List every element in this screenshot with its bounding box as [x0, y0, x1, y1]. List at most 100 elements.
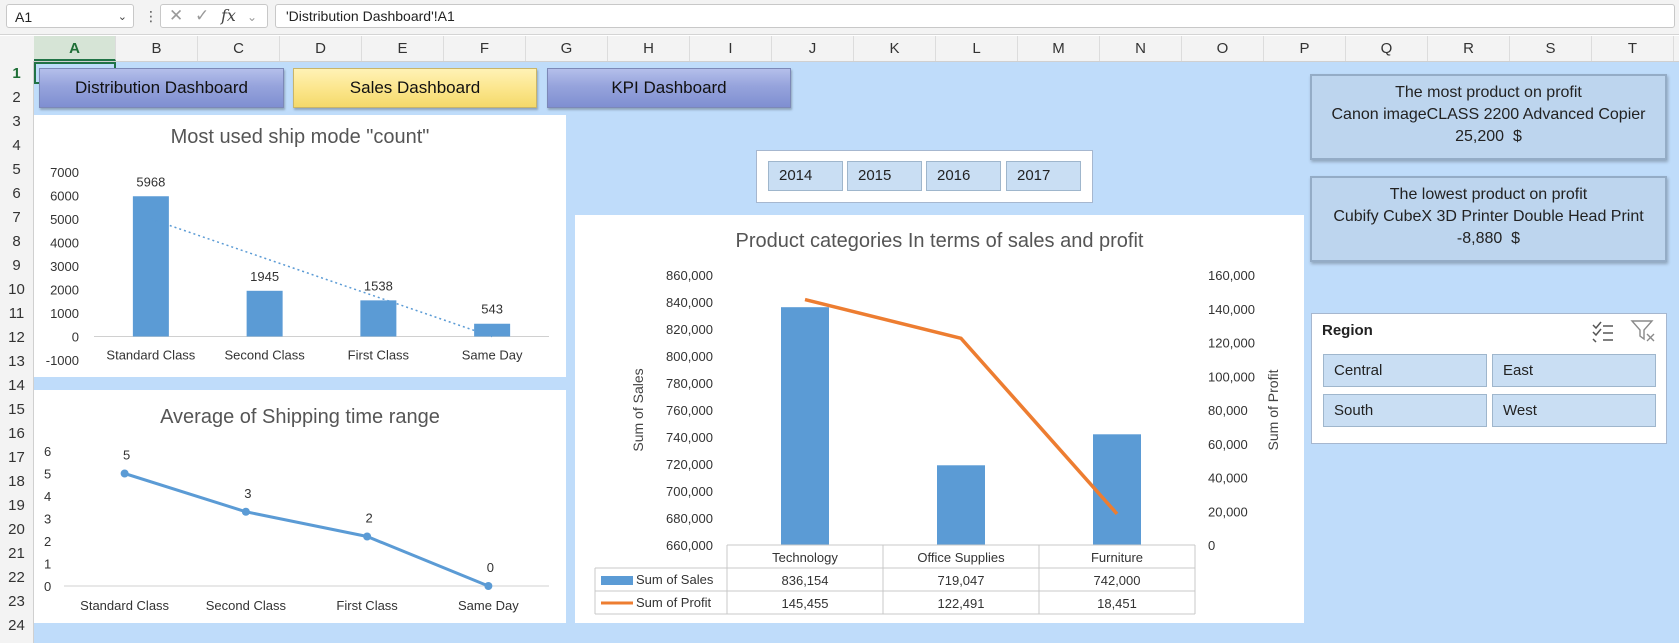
- row-header[interactable]: 2: [0, 86, 33, 109]
- row-header[interactable]: 20: [0, 518, 33, 541]
- column-header[interactable]: B: [116, 36, 198, 61]
- year-2015-button[interactable]: 2015: [847, 161, 922, 191]
- chevron-down-icon[interactable]: ⌄: [118, 5, 127, 29]
- column-header[interactable]: P: [1264, 36, 1346, 61]
- column-header[interactable]: G: [526, 36, 608, 61]
- y2-axis-label: Sum of Profit: [1265, 369, 1281, 450]
- row-header[interactable]: 13: [0, 350, 33, 373]
- sales-legend-key: [601, 576, 633, 585]
- bar[interactable]: [132, 196, 169, 337]
- column-header[interactable]: L: [936, 36, 1018, 61]
- formula-input[interactable]: 'Distribution Dashboard'!A1: [275, 4, 1675, 28]
- column-header[interactable]: N: [1100, 36, 1182, 61]
- name-box[interactable]: A1 ⌄: [6, 4, 134, 28]
- column-header[interactable]: F: [444, 36, 526, 61]
- region-south-button[interactable]: South: [1323, 394, 1487, 427]
- data-point[interactable]: [363, 532, 372, 541]
- sales-bar[interactable]: [1093, 434, 1141, 545]
- year-2016-button[interactable]: 2016: [926, 161, 1001, 191]
- row-header[interactable]: 23: [0, 590, 33, 613]
- column-header[interactable]: T: [1592, 36, 1674, 61]
- row-header[interactable]: 12: [0, 326, 33, 349]
- row-header[interactable]: 5: [0, 158, 33, 181]
- column-header[interactable]: J: [772, 36, 854, 61]
- y-tick-label: 760,000: [666, 403, 713, 418]
- column-header[interactable]: I: [690, 36, 772, 61]
- column-header[interactable]: O: [1182, 36, 1264, 61]
- shipping-time-chart[interactable]: Average of Shipping time range 01234565S…: [34, 390, 566, 623]
- column-header[interactable]: R: [1428, 36, 1510, 61]
- sales-dashboard-button[interactable]: Sales Dashboard: [293, 68, 537, 108]
- row-header[interactable]: 11: [0, 302, 33, 325]
- clear-filter-icon[interactable]: [1630, 318, 1656, 344]
- row-header[interactable]: 10: [0, 278, 33, 301]
- data-point[interactable]: [120, 469, 129, 478]
- enter-icon[interactable]: ✓: [195, 6, 209, 26]
- row-header[interactable]: 9: [0, 254, 33, 277]
- row-header[interactable]: 14: [0, 374, 33, 397]
- profit-value: 18,451: [1097, 596, 1137, 611]
- region-west-button[interactable]: West: [1492, 394, 1656, 427]
- row-header[interactable]: 19: [0, 494, 33, 517]
- column-header[interactable]: A: [34, 36, 116, 61]
- name-box-value: A1: [15, 9, 33, 25]
- row-header[interactable]: 4: [0, 134, 33, 157]
- y-tick-label: 700,000: [666, 484, 713, 499]
- distribution-dashboard-button[interactable]: Distribution Dashboard: [39, 68, 284, 108]
- row-header[interactable]: 18: [0, 470, 33, 493]
- data-point[interactable]: [484, 582, 493, 590]
- row-header[interactable]: 8: [0, 230, 33, 253]
- row-header[interactable]: 16: [0, 422, 33, 445]
- column-header[interactable]: E: [362, 36, 444, 61]
- sales-bar[interactable]: [937, 465, 985, 545]
- x-tick-label: Furniture: [1091, 550, 1143, 565]
- bar[interactable]: [474, 323, 511, 337]
- more-options-icon[interactable]: ⋮: [144, 8, 158, 25]
- insert-function-icon[interactable]: fx: [221, 6, 236, 25]
- region-central-button[interactable]: Central: [1323, 354, 1487, 387]
- y-tick-label: 1000: [50, 306, 79, 321]
- kpi-dashboard-button[interactable]: KPI Dashboard: [547, 68, 791, 108]
- multi-select-icon[interactable]: [1590, 318, 1616, 344]
- year-2017-button[interactable]: 2017: [1006, 161, 1081, 191]
- formula-buttons: ✕ ✓ fx ⌄: [160, 4, 268, 28]
- column-header[interactable]: S: [1510, 36, 1592, 61]
- x-tick-label: Standard Class: [80, 598, 169, 613]
- lowest-profit-heading: The lowest product on profit: [1389, 186, 1588, 203]
- column-header[interactable]: C: [198, 36, 280, 61]
- row-header[interactable]: 21: [0, 542, 33, 565]
- y-tick-label: 3000: [50, 259, 79, 274]
- row-header[interactable]: 1: [0, 62, 33, 85]
- bar[interactable]: [246, 290, 283, 337]
- column-header[interactable]: Q: [1346, 36, 1428, 61]
- x-tick-label: Same Day: [458, 598, 519, 613]
- y-tick-label: 740,000: [666, 430, 713, 445]
- row-header[interactable]: 6: [0, 182, 33, 205]
- year-2014-button[interactable]: 2014: [768, 161, 843, 191]
- column-header[interactable]: D: [280, 36, 362, 61]
- column-header[interactable]: H: [608, 36, 690, 61]
- column-header[interactable]: K: [854, 36, 936, 61]
- row-header[interactable]: 24: [0, 614, 33, 637]
- region-east-button[interactable]: East: [1492, 354, 1656, 387]
- ship-mode-chart[interactable]: Most used ship mode "count" -1000 0 1000 20…: [34, 115, 566, 377]
- cancel-icon[interactable]: ✕: [169, 6, 183, 26]
- column-header[interactable]: M: [1018, 36, 1100, 61]
- row-header[interactable]: 3: [0, 110, 33, 133]
- y-tick-label: 6: [44, 444, 51, 459]
- row-header[interactable]: 17: [0, 446, 33, 469]
- product-categories-chart[interactable]: Product categories In terms of sales and…: [575, 215, 1304, 623]
- y2-tick-label: 80,000: [1208, 403, 1248, 418]
- row-header[interactable]: 15: [0, 398, 33, 421]
- sales-bar[interactable]: [781, 307, 829, 545]
- row-header[interactable]: 7: [0, 206, 33, 229]
- y-tick-label: 660,000: [666, 538, 713, 553]
- row-header[interactable]: 22: [0, 566, 33, 589]
- region-slicer-title: Region: [1322, 322, 1373, 339]
- bar[interactable]: [360, 300, 397, 337]
- y-tick-label: 780,000: [666, 376, 713, 391]
- most-profit-box: The most product on profit Canon imageCL…: [1310, 74, 1667, 160]
- profit-value: 145,455: [782, 596, 829, 611]
- chevron-down-icon[interactable]: ⌄: [247, 10, 257, 24]
- data-point[interactable]: [241, 507, 250, 516]
